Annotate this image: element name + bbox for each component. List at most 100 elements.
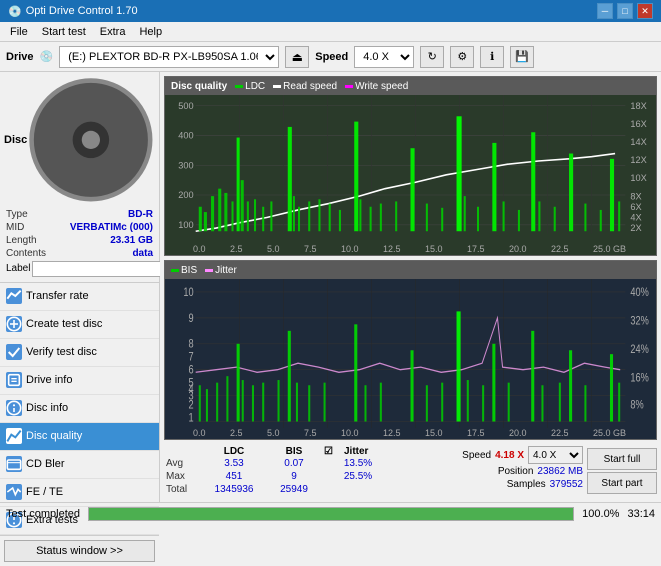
minimize-button[interactable]: ─ — [597, 3, 613, 19]
sidebar-item-cd-bler[interactable]: CD Bler — [0, 451, 159, 479]
sidebar-item-transfer-rate[interactable]: Transfer rate — [0, 283, 159, 311]
svg-text:300: 300 — [178, 159, 193, 170]
contents-label: Contents — [6, 248, 46, 259]
max-bis: 9 — [264, 471, 324, 482]
position-value: 23862 MB — [537, 466, 583, 477]
empty-col — [166, 446, 204, 457]
total-row: Total 1345936 25949 — [164, 483, 458, 496]
top-chart-title: Disc quality — [171, 81, 227, 92]
svg-text:18X: 18X — [630, 100, 647, 111]
cd-bler-icon — [6, 456, 22, 472]
eject-button[interactable]: ⏏ — [285, 46, 309, 68]
stats-col-headers: LDC BIS ☑ Jitter — [164, 446, 458, 457]
max-jitter: 25.5% — [324, 471, 392, 482]
svg-text:32%: 32% — [630, 314, 648, 327]
progress-percent: 100.0% — [582, 508, 619, 520]
disc-quality-icon — [6, 428, 22, 444]
drive-select[interactable]: (E:) PLEXTOR BD-R PX-LB950SA 1.06 — [59, 46, 279, 68]
close-button[interactable]: ✕ — [637, 3, 653, 19]
legend-read-speed: Read speed — [273, 81, 337, 92]
top-chart-panel: Disc quality LDC Read speed Write speed — [164, 76, 657, 256]
x-label-9: 22.5 — [551, 244, 569, 254]
col-bis-header: BIS — [264, 446, 324, 457]
length-label: Length — [6, 235, 37, 246]
title-bar-controls: ─ □ ✕ — [597, 3, 653, 19]
x-label-2: 5.0 — [267, 244, 280, 254]
x-label-8: 20.0 — [509, 244, 527, 254]
bx-label-4: 10.0 — [341, 428, 359, 438]
svg-text:12X: 12X — [630, 154, 647, 165]
disc-length-row: Length 23.31 GB — [4, 234, 155, 247]
svg-text:6X: 6X — [630, 201, 642, 212]
svg-text:1: 1 — [189, 412, 194, 425]
disc-title: Disc — [4, 134, 27, 146]
max-ldc: 451 — [204, 471, 264, 482]
sidebar-label-disc-quality: Disc quality — [26, 430, 82, 442]
svg-text:10X: 10X — [630, 172, 647, 183]
disc-type-row: Type BD-R — [4, 208, 155, 221]
stats-row: LDC BIS ☑ Jitter Avg 3.53 0.07 13.5% Max… — [164, 444, 657, 498]
x-label-1: 2.5 — [230, 244, 243, 254]
disc-contents-row: Contents data — [4, 247, 155, 260]
sidebar-item-disc-quality[interactable]: Disc quality — [0, 423, 159, 451]
label-input[interactable] — [32, 261, 170, 277]
jitter-check-col: ☑ — [324, 446, 344, 457]
disc-section: Disc Type BD-R MID VERBATIMc (000) Lengt… — [0, 72, 159, 283]
menu-file[interactable]: File — [4, 24, 34, 40]
svg-text:10: 10 — [183, 286, 193, 299]
svg-text:100: 100 — [178, 219, 193, 230]
sidebar: Disc Type BD-R MID VERBATIMc (000) Lengt… — [0, 72, 160, 502]
bottom-chart-header: BIS Jitter — [165, 261, 656, 279]
verify-test-disc-icon — [6, 344, 22, 360]
start-part-button[interactable]: Start part — [587, 472, 657, 494]
contents-value: data — [132, 248, 153, 259]
x-label-7: 17.5 — [467, 244, 485, 254]
save-button[interactable]: 💾 — [510, 46, 534, 68]
svg-text:200: 200 — [178, 189, 193, 200]
menu-help[interactable]: Help — [133, 24, 168, 40]
x-label-5: 12.5 — [383, 244, 401, 254]
samples-row: Samples 379552 — [507, 479, 583, 490]
maximize-button[interactable]: □ — [617, 3, 633, 19]
menu-extra[interactable]: Extra — [94, 24, 132, 40]
x-label-3: 7.5 — [304, 244, 317, 254]
bx-label-6: 15.0 — [425, 428, 443, 438]
position-row: Position 23862 MB — [498, 466, 583, 477]
info-button[interactable]: ℹ — [480, 46, 504, 68]
start-full-button[interactable]: Start full — [587, 448, 657, 470]
col-jitter-header: Jitter — [344, 446, 392, 457]
transfer-rate-icon — [6, 288, 22, 304]
sidebar-item-disc-info[interactable]: Disc info — [0, 395, 159, 423]
sidebar-label-disc-info: Disc info — [26, 402, 68, 414]
sidebar-item-create-test-disc[interactable]: Create test disc — [0, 311, 159, 339]
bx-label-3: 7.5 — [304, 428, 317, 438]
avg-row: Avg 3.53 0.07 13.5% — [164, 457, 458, 470]
sidebar-item-drive-info[interactable]: Drive info — [0, 367, 159, 395]
menu-bar: File Start test Extra Help — [0, 22, 661, 42]
elapsed-time: 33:14 — [627, 508, 655, 520]
type-value: BD-R — [128, 209, 153, 220]
title-bar: 💿 Opti Drive Control 1.70 ─ □ ✕ — [0, 0, 661, 22]
avg-bis: 0.07 — [264, 458, 324, 469]
svg-text:7: 7 — [189, 351, 194, 364]
status-window-button[interactable]: Status window >> — [4, 540, 155, 562]
top-chart-svg-area: 500 400 300 200 100 18X 16X 14X 12X 10X … — [165, 95, 656, 244]
sidebar-item-verify-test-disc[interactable]: Verify test disc — [0, 339, 159, 367]
bx-label-10: 25.0 GB — [593, 428, 626, 438]
speed-stat-label: Speed — [462, 450, 491, 461]
svg-text:6: 6 — [189, 364, 194, 377]
sidebar-item-fe-te[interactable]: FE / TE — [0, 479, 159, 507]
settings-button[interactable]: ⚙ — [450, 46, 474, 68]
speed-select-stat[interactable]: 4.0 X — [528, 446, 583, 464]
drive-icon: 💿 — [40, 50, 54, 63]
menu-start-test[interactable]: Start test — [36, 24, 92, 40]
speed-select[interactable]: 4.0 X — [354, 46, 414, 68]
max-label: Max — [166, 471, 204, 482]
top-x-axis: 0.0 2.5 5.0 7.5 10.0 12.5 15.0 17.5 20.0… — [165, 244, 656, 255]
top-chart-svg: 500 400 300 200 100 18X 16X 14X 12X 10X … — [165, 95, 656, 244]
mid-label: MID — [6, 222, 24, 233]
legend-bis: BIS — [171, 265, 197, 276]
refresh-button[interactable]: ↻ — [420, 46, 444, 68]
bottom-chart-panel: BIS Jitter — [164, 260, 657, 440]
disc-mid-row: MID VERBATIMc (000) — [4, 221, 155, 234]
